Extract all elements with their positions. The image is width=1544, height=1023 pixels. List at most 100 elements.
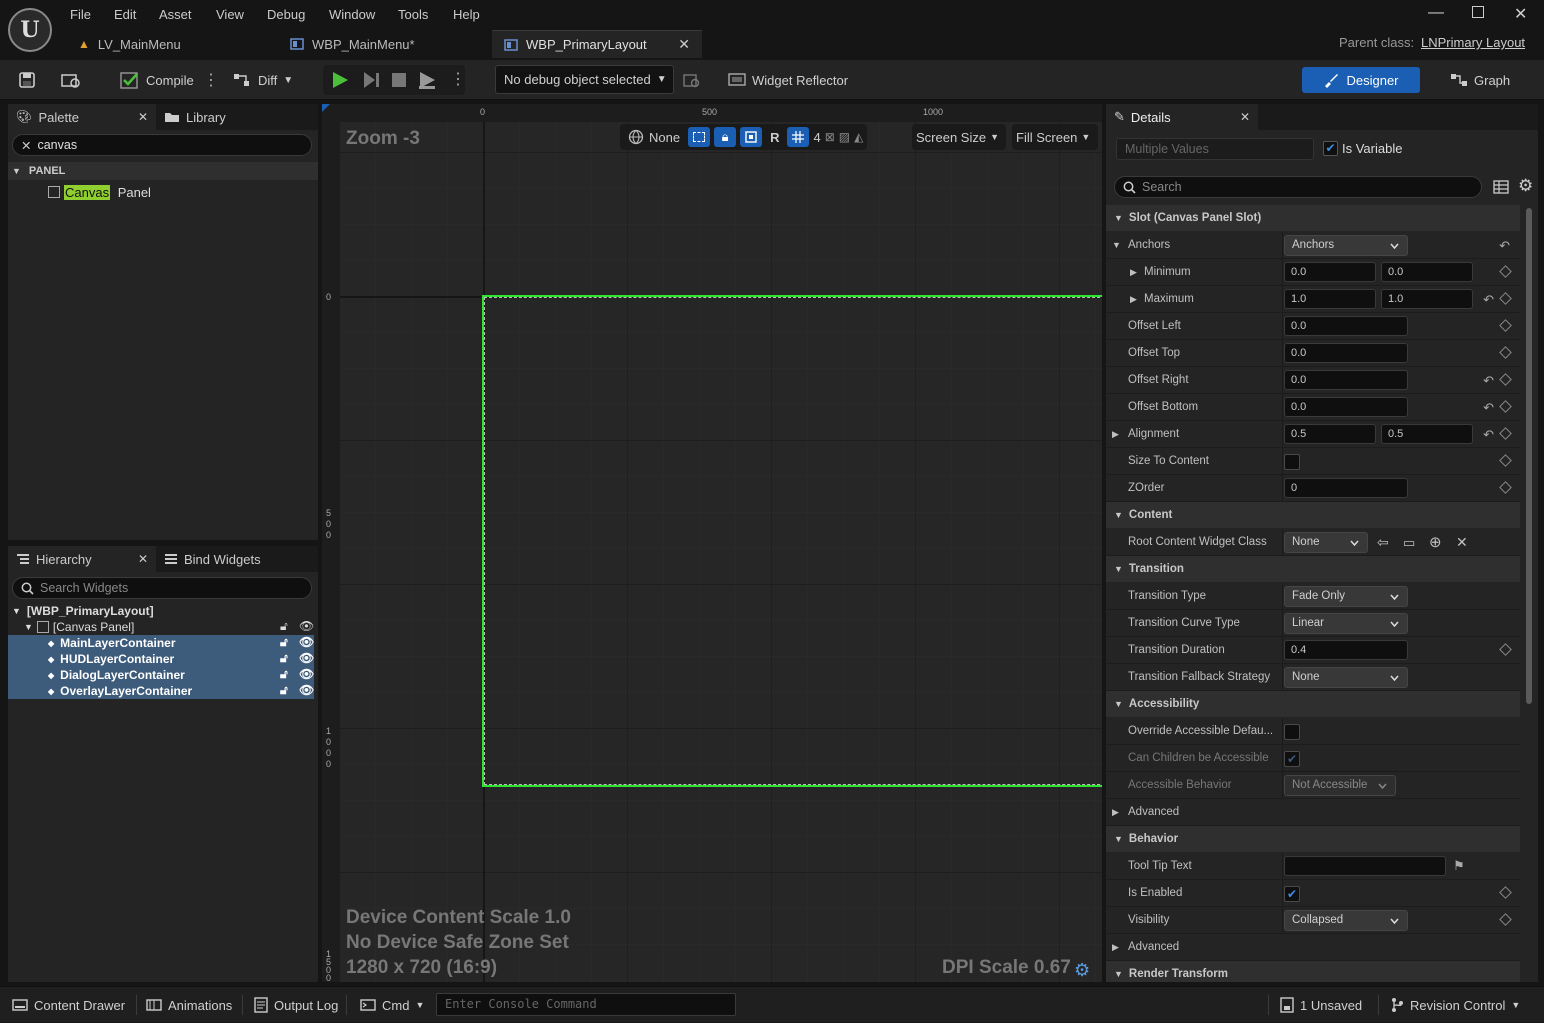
marquee-select-icon[interactable] <box>688 127 711 147</box>
reset-arrow-icon[interactable]: ↶ <box>1483 373 1494 389</box>
play-icon[interactable] <box>330 70 350 90</box>
section-content[interactable]: ▼ Content <box>1106 502 1520 528</box>
visibility-eye-icon[interactable]: 👁︎ <box>299 667 314 681</box>
settings-gear-icon[interactable]: ⚙︎ <box>1518 176 1533 196</box>
maximize-icon[interactable] <box>1472 6 1484 18</box>
menu-asset[interactable]: Asset <box>159 7 192 22</box>
animations-button[interactable]: Animations <box>146 987 232 1023</box>
menu-edit[interactable]: Edit <box>114 7 136 22</box>
mirror-icon[interactable]: ◭ <box>854 130 863 144</box>
tab-wbp-primarylayout[interactable]: WBP_PrimaryLayout ✕ <box>492 30 702 58</box>
tab-bind-widgets[interactable]: Bind Widgets <box>156 546 269 572</box>
canvas-outline[interactable] <box>482 295 1102 787</box>
tab-library[interactable]: Library <box>156 104 234 130</box>
offset-top-field[interactable]: 0.0 <box>1284 343 1408 363</box>
respect-locks-icon[interactable] <box>740 127 763 147</box>
tree-item[interactable]: ◆ OverlayLayerContainer 🔓︎ 👁︎ <box>8 683 314 699</box>
keyframe-diamond-icon[interactable] <box>1499 319 1512 332</box>
menu-tools[interactable]: Tools <box>398 7 428 22</box>
minimize-icon[interactable]: — <box>1428 4 1444 22</box>
add-icon[interactable]: ⊕ <box>1429 533 1442 551</box>
lock-icon[interactable]: 🔓︎ <box>280 619 288 634</box>
maximum-x-field[interactable]: 1.0 <box>1284 289 1376 309</box>
clear-search-icon[interactable]: ✕ <box>21 138 31 153</box>
close-icon[interactable]: ✕ <box>1240 110 1250 124</box>
step-icon[interactable] <box>362 70 382 90</box>
widget-reflector-button[interactable]: Widget Reflector <box>728 60 848 100</box>
reset-layout-button[interactable]: R <box>766 130 783 145</box>
reset-arrow-icon[interactable]: ↶ <box>1483 400 1494 416</box>
parent-class-link[interactable]: LNPrimary Layout <box>1421 35 1525 50</box>
section-accessibility[interactable]: ▼ Accessibility <box>1106 691 1520 717</box>
size-to-content-checkbox[interactable] <box>1284 454 1300 470</box>
tree-item[interactable]: ◆ HUDLayerContainer 🔓︎ 👁︎ <box>8 651 314 667</box>
tree-item[interactable]: ◆ DialogLayerContainer 🔓︎ 👁︎ <box>8 667 314 683</box>
override-accessible-checkbox[interactable] <box>1284 724 1300 740</box>
property-matrix-icon[interactable] <box>1493 179 1509 195</box>
visibility-dropdown[interactable]: Collapsed <box>1284 910 1408 931</box>
output-log-button[interactable]: Output Log <box>254 987 338 1023</box>
cmd-dropdown[interactable]: Cmd ▼ <box>360 987 424 1023</box>
palette-item-canvas-panel[interactable]: Canvas Panel <box>48 184 151 200</box>
palette-search-input[interactable]: ✕ canvas <box>12 134 312 156</box>
offset-bottom-field[interactable]: 0.0 <box>1284 397 1408 417</box>
alignment-x-field[interactable]: 0.5 <box>1284 424 1376 444</box>
compile-button[interactable]: Compile <box>120 60 194 100</box>
reset-arrow-icon[interactable]: ↶ <box>1483 427 1494 443</box>
keyframe-diamond-icon[interactable] <box>1499 643 1512 656</box>
minimum-y-field[interactable]: 0.0 <box>1381 262 1473 282</box>
keyframe-diamond-icon[interactable] <box>1499 454 1512 467</box>
transition-fallback-dropdown[interactable]: None <box>1284 667 1408 688</box>
expand-arrow-icon[interactable]: ▶ <box>1112 429 1119 440</box>
dpi-settings-gear-icon[interactable]: ⚙︎ <box>1074 960 1090 981</box>
offset-right-field[interactable]: 0.0 <box>1284 370 1408 390</box>
maximum-y-field[interactable]: 1.0 <box>1381 289 1473 309</box>
visibility-eye-icon[interactable]: 👁︎ <box>299 651 314 665</box>
close-icon[interactable]: ✕ <box>138 110 148 124</box>
graph-mode-button[interactable]: Graph <box>1450 60 1510 100</box>
minimum-x-field[interactable]: 0.0 <box>1284 262 1376 282</box>
menu-debug[interactable]: Debug <box>267 7 305 22</box>
fill-screen-dropdown[interactable]: Fill Screen ▼ <box>1012 124 1098 150</box>
save-button[interactable] <box>18 60 36 100</box>
transition-curve-dropdown[interactable]: Linear <box>1284 613 1408 634</box>
lock-icon[interactable]: 🔓︎ <box>280 667 288 682</box>
play-options-icon[interactable]: ⋮ <box>450 69 466 89</box>
reset-arrow-icon[interactable]: ↶ <box>1499 238 1510 254</box>
section-transition[interactable]: ▼ Transition <box>1106 556 1520 582</box>
revision-control-dropdown[interactable]: Revision Control ▼ <box>1390 987 1520 1023</box>
content-drawer-button[interactable]: Content Drawer <box>12 987 125 1023</box>
debug-object-dropdown[interactable]: No debug object selected ▼ <box>495 65 674 94</box>
is-variable-checkbox[interactable]: ✔ <box>1323 141 1338 156</box>
lock-icon[interactable]: 🔓︎ <box>280 683 288 698</box>
menu-view[interactable]: View <box>216 7 244 22</box>
keyframe-diamond-icon[interactable] <box>1499 292 1512 305</box>
keyframe-diamond-icon[interactable] <box>1499 346 1512 359</box>
stop-icon[interactable] <box>391 72 407 88</box>
menu-help[interactable]: Help <box>453 7 480 22</box>
details-search-input[interactable]: Search <box>1114 176 1482 198</box>
tab-details[interactable]: ✎ Details ✕ <box>1106 104 1258 130</box>
localization-preview-button[interactable]: None <box>624 129 684 145</box>
grid-snap-value[interactable]: 4 <box>813 130 820 145</box>
designer-viewport[interactable]: 0 500 1000 0 500 1000 1500 Zoom -3 None … <box>322 104 1102 982</box>
zorder-field[interactable]: 0 <box>1284 478 1408 498</box>
browse-button[interactable] <box>60 60 82 100</box>
visibility-eye-icon[interactable]: 👁︎ <box>299 635 314 649</box>
debug-filter-icon[interactable] <box>682 71 700 89</box>
diff-button[interactable]: Diff ▼ <box>232 60 293 100</box>
root-content-dropdown[interactable]: None <box>1284 532 1368 553</box>
reset-arrow-icon[interactable]: ↶ <box>1483 292 1494 308</box>
hierarchy-search-input[interactable]: Search Widgets <box>12 577 312 599</box>
tab-lv-mainmenu[interactable]: ▲ LV_MainMenu <box>66 30 276 58</box>
widget-name-input[interactable]: Multiple Values <box>1116 138 1314 160</box>
grid-snap-icon[interactable] <box>787 127 810 147</box>
expand-arrow-icon[interactable]: ▼ <box>1112 240 1121 250</box>
tree-item[interactable]: ◆ MainLayerContainer 🔓︎ 👁︎ <box>8 635 314 651</box>
section-behavior[interactable]: ▼ Behavior <box>1106 826 1520 852</box>
tab-wbp-mainmenu[interactable]: WBP_MainMenu* <box>278 30 488 58</box>
is-enabled-checkbox[interactable]: ✔ <box>1284 886 1300 902</box>
lock-icon[interactable]: 🔒︎ <box>714 127 737 147</box>
close-icon[interactable]: ✕ <box>678 36 690 53</box>
section-slot[interactable]: ▼ Slot (Canvas Panel Slot) <box>1106 205 1520 231</box>
